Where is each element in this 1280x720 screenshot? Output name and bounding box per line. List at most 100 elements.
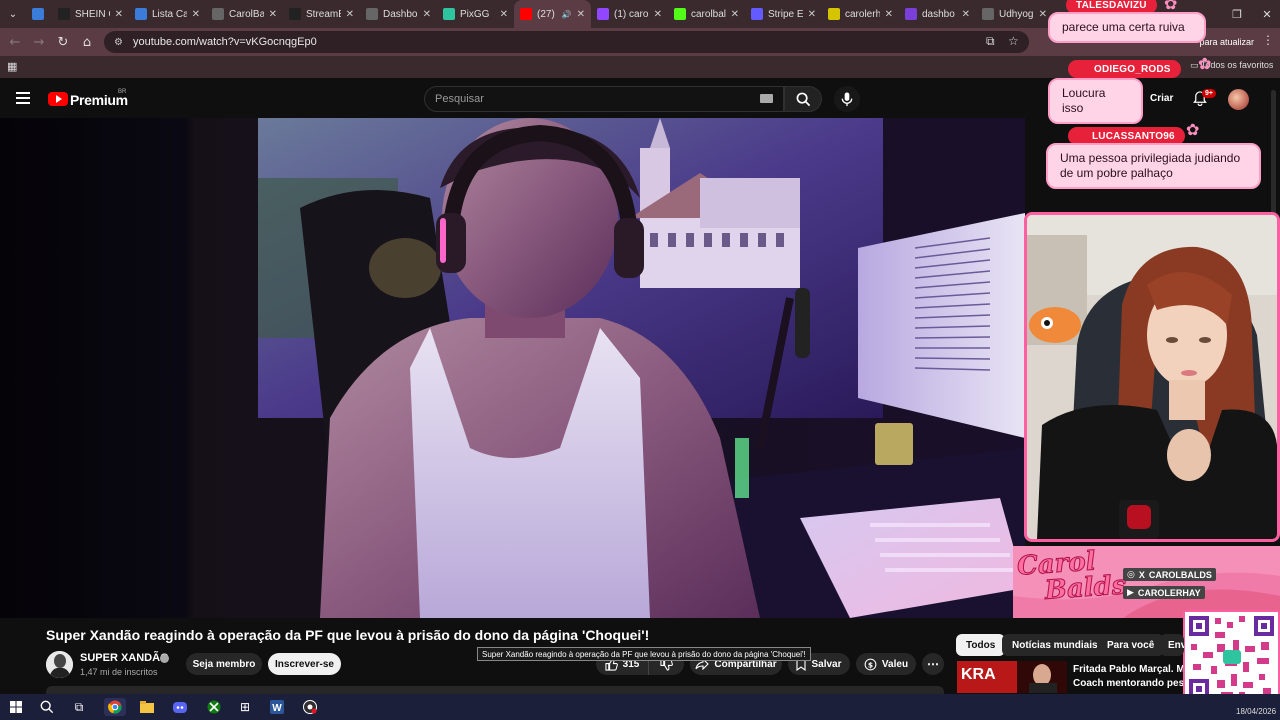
browser-tab-title: (1) carol	[614, 8, 649, 20]
word-icon[interactable]: W	[268, 698, 286, 716]
close-tab-icon[interactable]: ✕	[346, 9, 354, 20]
obs-icon[interactable]	[301, 698, 319, 716]
chat-message: parece uma certa ruiva	[1048, 12, 1206, 43]
cloud-icon	[135, 8, 147, 20]
chip-world-news[interactable]: Notícias mundiais	[1002, 634, 1108, 656]
site-info-icon[interactable]: ⚙	[114, 37, 123, 48]
chip-more[interactable]: Env	[1160, 634, 1184, 656]
tab-audio-icon[interactable]: 🔊	[562, 10, 572, 19]
more-actions-button[interactable]: ⋯	[922, 653, 944, 675]
channel-avatar[interactable]	[46, 651, 73, 678]
close-tab-icon[interactable]: ✕	[192, 9, 200, 20]
account-avatar[interactable]	[1228, 89, 1249, 110]
browser-tab[interactable]: PixGG ✕	[437, 0, 514, 28]
browser-tab[interactable]: Lista Ca ✕	[129, 0, 206, 28]
browser-tab[interactable]: Dashbo ✕	[360, 0, 437, 28]
install-app-icon[interactable]: ⧉	[986, 34, 995, 49]
forward-button[interactable]: →	[27, 30, 51, 54]
close-tab-icon[interactable]: ✕	[115, 9, 123, 20]
search-input[interactable]: Pesquisar	[424, 86, 784, 112]
apps-grid-icon[interactable]: ▦	[7, 60, 17, 73]
windows-start-icon[interactable]	[7, 698, 25, 716]
subscribe-button[interactable]: Inscrever-se	[268, 653, 341, 675]
browser-tab-title: PixGG	[460, 8, 490, 20]
voice-search-button[interactable]	[834, 86, 860, 112]
close-tab-icon[interactable]: ✕	[885, 9, 893, 20]
chip-for-you[interactable]: Para você	[1097, 634, 1165, 656]
close-tab-icon[interactable]: ✕	[1039, 9, 1047, 20]
youtube-logo-icon[interactable]	[48, 92, 68, 106]
create-button[interactable]: Criar	[1150, 93, 1173, 104]
dollar-heart-icon: $	[864, 658, 877, 670]
video-title: Super Xandão reagindo à operação da PF q…	[46, 627, 650, 643]
close-tab-icon[interactable]: ✕	[269, 9, 277, 20]
xbox-icon[interactable]	[205, 698, 223, 716]
update-label: para atualizar	[1199, 37, 1254, 47]
discord-icon[interactable]	[171, 698, 189, 716]
browser-tab-title: StreamE	[306, 8, 341, 20]
linktree-icon	[828, 8, 840, 20]
pix-icon	[443, 8, 455, 20]
join-button[interactable]: Seja membro	[186, 653, 262, 675]
reload-button[interactable]: ↻	[51, 30, 75, 54]
address-bar[interactable]: ⚙ youtube.com/watch?v=vKGocnqgEp0	[104, 31, 1029, 53]
recommended-video-title[interactable]: Fritada Pablo Marçal. Muri Coach mentora…	[1073, 663, 1183, 691]
search-icon[interactable]	[38, 698, 56, 716]
video-player[interactable]	[0, 118, 1025, 618]
browser-tab[interactable]: CarolBal ✕	[206, 0, 283, 28]
menu-icon[interactable]	[16, 92, 30, 104]
restore-window-icon[interactable]: ❐	[1222, 0, 1252, 28]
channel-name[interactable]: SUPER XANDÃO	[80, 652, 169, 664]
tab-search-button[interactable]: ⌄	[0, 0, 26, 28]
stripe-icon	[751, 8, 763, 20]
browser-menu-icon[interactable]: ⋮	[1262, 33, 1274, 47]
recommended-title-line-1: Fritada Pablo Marçal. Muri	[1073, 664, 1183, 675]
close-tab-icon[interactable]: ✕	[423, 9, 431, 20]
home-button[interactable]: ⌂	[75, 30, 99, 54]
chrome-icon[interactable]	[104, 698, 126, 716]
browser-tab[interactable]: carolerh ✕	[822, 0, 899, 28]
thanks-button[interactable]: $ Valeu	[856, 653, 916, 675]
close-tab-icon[interactable]: ✕	[500, 9, 508, 20]
bookmark-star-icon[interactable]: ☆	[1008, 34, 1019, 48]
task-view-icon[interactable]: ⧉	[70, 698, 88, 716]
save-label: Salvar	[811, 658, 842, 670]
keyboard-icon[interactable]	[760, 94, 773, 103]
browser-tab[interactable]: StreamE ✕	[283, 0, 360, 28]
recommended-thumbnail[interactable]: KRA	[957, 661, 1067, 693]
instagram-icon: ◎	[1127, 569, 1135, 580]
browser-tab[interactable]: Stripe E ✕	[745, 0, 822, 28]
shein-icon	[58, 8, 70, 20]
chat-message: Loucura isso	[1048, 78, 1143, 124]
flower-icon: ✿	[1198, 54, 1212, 73]
close-tab-icon[interactable]: ✕	[731, 9, 739, 20]
create-label: Criar	[1150, 93, 1174, 104]
close-tab-icon[interactable]: ✕	[962, 9, 970, 20]
svg-text:W: W	[272, 703, 282, 714]
browser-tab[interactable]: (27) 🔊 ✕	[514, 0, 591, 28]
close-window-icon[interactable]: ✕	[1252, 0, 1280, 28]
search-placeholder: Pesquisar	[435, 93, 484, 105]
browser-tab-title: Lista Ca	[152, 8, 187, 20]
close-tab-icon[interactable]: ✕	[577, 9, 585, 20]
browser-tab[interactable]: Udhyog ✕	[976, 0, 1053, 28]
kick-icon	[674, 8, 686, 20]
browser-tab[interactable]: carolbal ✕	[668, 0, 745, 28]
join-label: Seja membro	[192, 658, 256, 670]
browser-tab[interactable]: dashbo ✕	[899, 0, 976, 28]
security-icon[interactable]: ⊞	[236, 698, 254, 716]
qr-code	[1183, 610, 1280, 705]
region-code: BR	[118, 89, 127, 95]
browser-tab[interactable]: (1) carol ✕	[591, 0, 668, 28]
video-frame-image	[0, 118, 1025, 618]
browser-tab[interactable]	[26, 0, 52, 28]
close-tab-icon[interactable]: ✕	[808, 9, 816, 20]
chip-all[interactable]: Todos	[956, 634, 1006, 656]
search-button[interactable]	[784, 86, 822, 112]
browser-tab-title: dashbo	[922, 8, 955, 20]
file-explorer-icon[interactable]	[138, 698, 156, 716]
browser-tab[interactable]: SHEIN C ✕	[52, 0, 129, 28]
back-button[interactable]: ←	[3, 30, 27, 54]
close-tab-icon[interactable]: ✕	[654, 9, 662, 20]
social-handle-youtube: ▶ CAROLERHAY	[1123, 586, 1205, 599]
